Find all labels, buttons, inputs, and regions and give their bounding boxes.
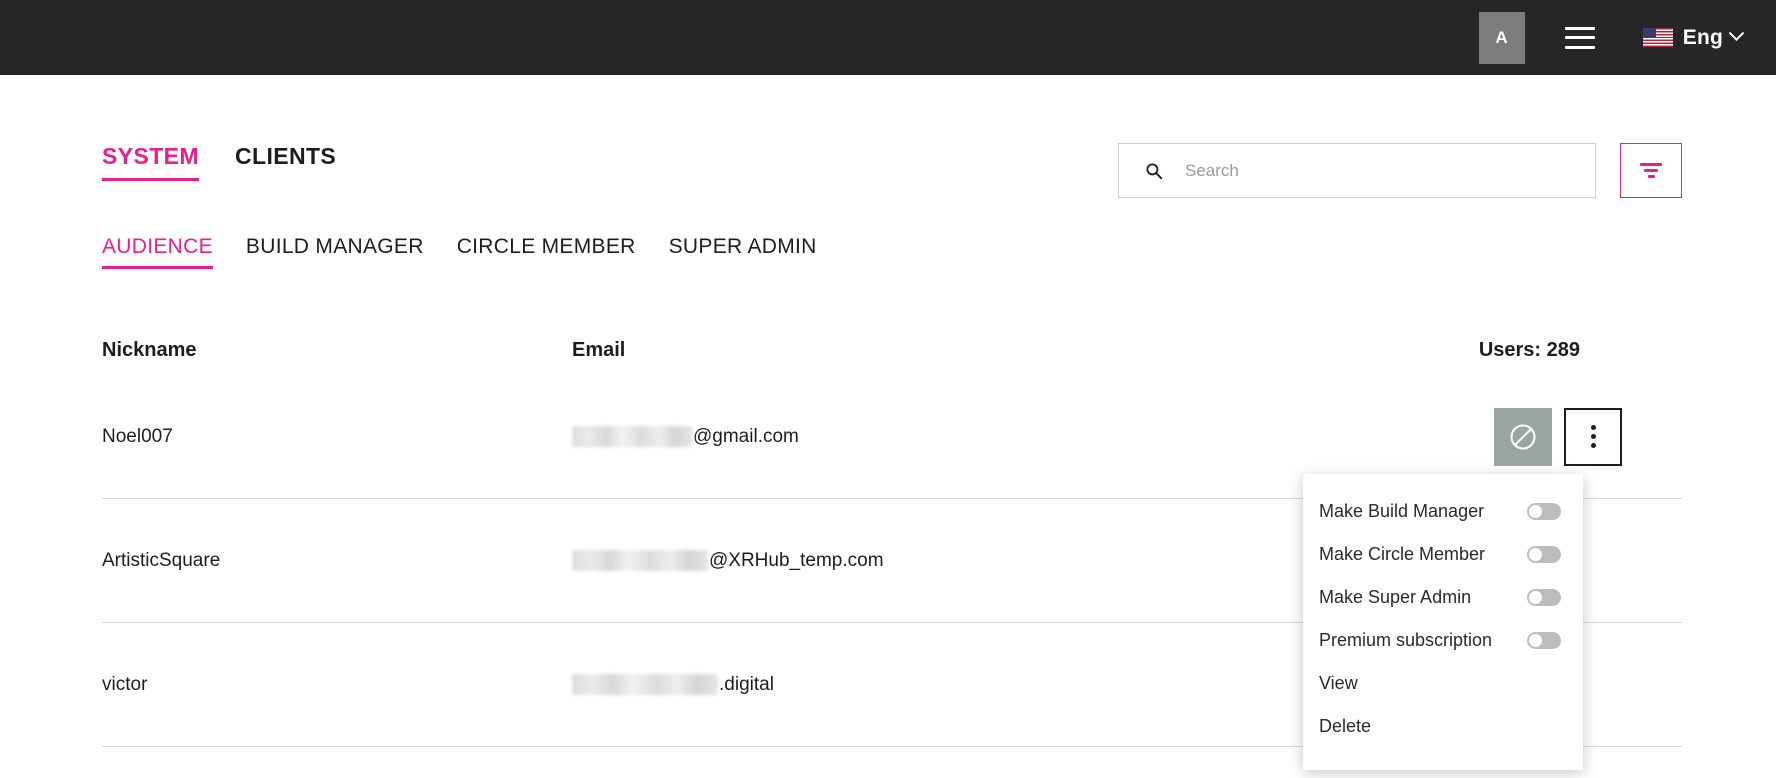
filter-bar [1640, 163, 1662, 166]
column-header-email: Email [572, 338, 626, 361]
users-count-label: Users: 289 [1478, 338, 1580, 361]
chevron-down-icon [1728, 25, 1745, 42]
redacted-email-local-part [572, 550, 708, 571]
menu-item-label: Premium subscription [1319, 630, 1493, 650]
sub-tab-audience[interactable]: AUDIENCE [102, 235, 213, 269]
email-domain: .digital [719, 673, 774, 695]
menu-item-make-build-manager[interactable]: Make Build Manager [1303, 490, 1583, 533]
tab-clients[interactable]: CLIENTS [235, 143, 336, 181]
table-header-row: Nickname Email Users: 289 [102, 325, 1682, 375]
block-ban-icon [1510, 424, 1536, 449]
hamburger-menu-icon[interactable] [1564, 26, 1595, 49]
us-flag-icon [1642, 28, 1673, 47]
toggle-make-circle-member[interactable] [1527, 546, 1561, 563]
menu-item-label: Delete [1319, 716, 1372, 736]
menu-item-view[interactable]: View [1303, 662, 1583, 705]
sub-tab-bar: AUDIENCE BUILD MANAGER CIRCLE MEMBER SUP… [102, 235, 850, 269]
column-header-nickname: Nickname [102, 338, 197, 361]
toggle-make-build-manager[interactable] [1527, 503, 1561, 520]
hamburger-line [1564, 26, 1595, 30]
hamburger-line [1564, 36, 1595, 39]
menu-item-label: Make Super Admin [1319, 587, 1472, 607]
menu-item-label: Make Circle Member [1319, 544, 1486, 564]
filter-funnel-icon [1640, 163, 1662, 178]
email-domain: @gmail.com [693, 425, 799, 447]
menu-item-delete[interactable]: Delete [1303, 705, 1583, 748]
dot [1590, 443, 1596, 448]
email-domain: @XRHub_temp.com [709, 549, 884, 571]
filter-bar [1644, 169, 1658, 172]
sub-tab-build-manager[interactable]: BUILD MANAGER [246, 235, 424, 269]
cell-nickname: victor [102, 673, 148, 695]
sub-tab-super-admin[interactable]: SUPER ADMIN [669, 235, 817, 269]
cell-nickname: ArtisticSquare [102, 549, 221, 571]
menu-item-make-super-admin[interactable]: Make Super Admin [1303, 576, 1583, 619]
cell-email: @gmail.com [572, 426, 1494, 448]
row-actions [1494, 407, 1622, 466]
dot [1590, 434, 1596, 439]
avatar[interactable]: A [1478, 11, 1525, 64]
sub-tab-circle-member[interactable]: CIRCLE MEMBER [457, 235, 636, 269]
hamburger-line [1564, 45, 1595, 49]
main-tab-bar: SYSTEM CLIENTS [102, 143, 372, 181]
menu-item-label: Make Build Manager [1319, 501, 1485, 521]
top-bar: A Eng [0, 0, 1776, 75]
block-ban-button[interactable] [1494, 407, 1552, 466]
toggle-make-super-admin[interactable] [1527, 589, 1561, 606]
three-dot-menu-button[interactable] [1564, 407, 1622, 466]
filter-button[interactable] [1620, 143, 1682, 198]
search-icon [1146, 162, 1163, 179]
menu-item-label: View [1319, 673, 1358, 693]
search-input[interactable] [1185, 160, 1595, 181]
flag-canton [1642, 28, 1656, 39]
menu-item-premium-subscription[interactable]: Premium subscription [1303, 619, 1583, 662]
cell-nickname: Noel007 [102, 425, 173, 447]
menu-item-make-circle-member[interactable]: Make Circle Member [1303, 533, 1583, 576]
filter-bar [1647, 175, 1655, 178]
redacted-email-local-part [572, 674, 718, 695]
language-selector[interactable]: Eng [1642, 25, 1745, 50]
tab-system[interactable]: SYSTEM [102, 143, 199, 181]
dot [1590, 425, 1596, 430]
toggle-premium-subscription[interactable] [1527, 632, 1561, 649]
language-label: Eng [1682, 25, 1723, 49]
redacted-email-local-part [572, 426, 692, 447]
row-context-menu: Make Build Manager Make Circle Member Ma… [1303, 474, 1583, 770]
search-box[interactable] [1118, 143, 1596, 198]
